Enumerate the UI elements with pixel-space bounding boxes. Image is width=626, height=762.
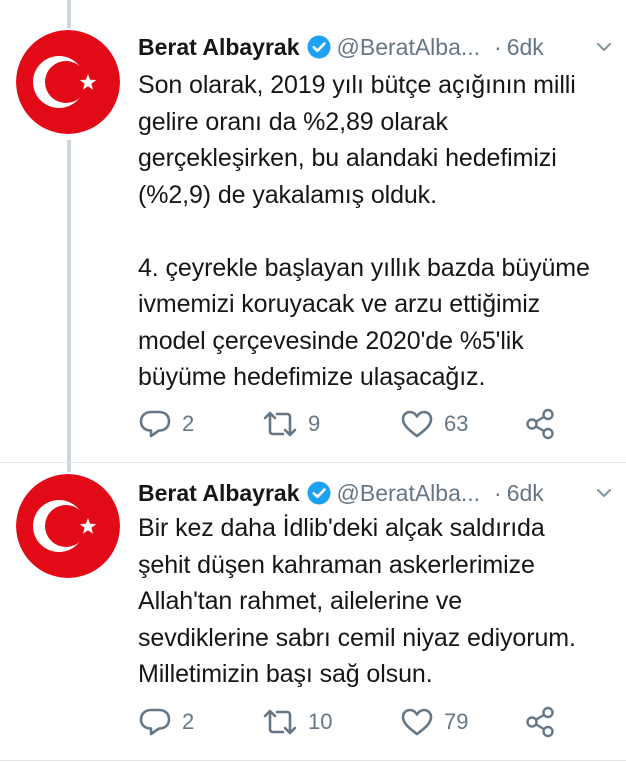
avatar[interactable] <box>16 474 120 578</box>
retweet-icon <box>263 411 297 437</box>
like-button[interactable]: 79 <box>400 707 468 737</box>
reply-button[interactable]: 2 <box>138 706 194 738</box>
author-handle[interactable]: @BeratAlba... <box>337 480 481 507</box>
header-separator: · <box>494 479 502 506</box>
tweet-header: Berat Albayrak @BeratAlba... · 6dk <box>138 32 614 62</box>
tweet-header: Berat Albayrak @BeratAlba... · 6dk <box>138 478 614 508</box>
reply-count: 2 <box>182 709 195 734</box>
header-separator: · <box>494 33 502 60</box>
thread-line-top <box>67 0 71 28</box>
like-count: 63 <box>444 411 469 436</box>
share-button[interactable] <box>524 408 556 440</box>
chevron-down-icon[interactable] <box>594 483 614 503</box>
turkish-flag-icon <box>16 30 120 134</box>
tweet-divider <box>0 760 626 761</box>
like-count: 79 <box>444 709 469 734</box>
timestamp[interactable]: 6dk <box>507 34 544 61</box>
retweet-button[interactable]: 9 <box>262 409 320 439</box>
share-button[interactable] <box>524 706 556 738</box>
reply-button[interactable]: 2 <box>138 408 194 440</box>
like-button[interactable]: 63 <box>400 409 468 439</box>
retweet-icon <box>263 709 297 735</box>
author-name[interactable]: Berat Albayrak <box>138 34 300 61</box>
chevron-down-icon[interactable] <box>594 37 614 57</box>
turkish-flag-icon <box>16 474 120 578</box>
reply-count: 2 <box>182 411 195 436</box>
avatar[interactable] <box>16 30 120 134</box>
thread-line-between <box>67 140 71 472</box>
retweet-button[interactable]: 10 <box>262 707 332 737</box>
heart-icon <box>401 708 433 736</box>
tweet-text: Son olarak, 2019 yılı bütçe açığının mil… <box>138 71 590 391</box>
verified-badge-icon <box>307 35 331 59</box>
author-name[interactable]: Berat Albayrak <box>138 480 300 507</box>
author-handle[interactable]: @BeratAlba... <box>337 34 481 61</box>
verified-badge-icon <box>307 481 331 505</box>
share-icon <box>526 706 554 738</box>
share-icon <box>526 408 554 440</box>
tweet-actions: 2 10 79 <box>138 704 568 740</box>
retweet-count: 10 <box>308 709 333 734</box>
reply-icon <box>139 708 171 736</box>
tweet-divider <box>0 462 626 463</box>
tweet-text: Bir kez daha İdlib'deki alçak saldırıda … <box>138 514 576 688</box>
heart-icon <box>401 410 433 438</box>
retweet-count: 9 <box>308 411 321 436</box>
reply-icon <box>139 410 171 438</box>
tweet-actions: 2 9 63 <box>138 406 568 442</box>
timestamp[interactable]: 6dk <box>507 480 544 507</box>
